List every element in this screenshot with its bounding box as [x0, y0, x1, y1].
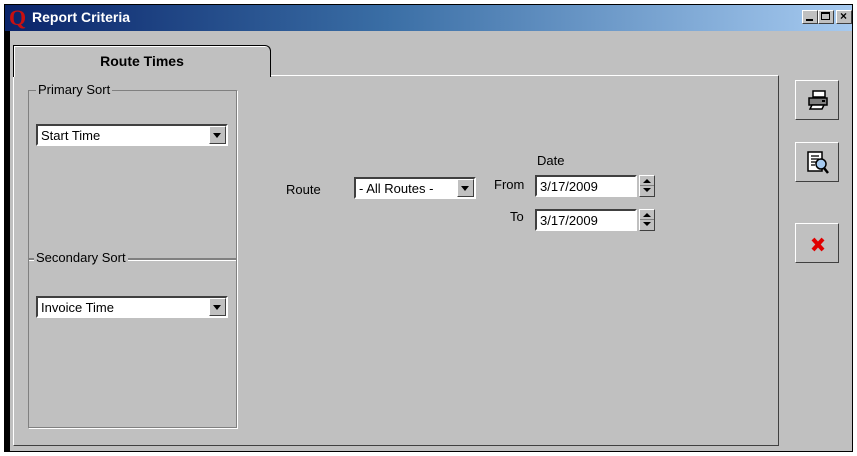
cancel-button[interactable] [795, 223, 839, 263]
route-select[interactable]: - All Routes - [354, 177, 476, 199]
from-date-spinner[interactable] [639, 175, 655, 197]
secondary-sort-legend: Secondary Sort [34, 250, 128, 265]
close-x-icon: × [840, 9, 848, 23]
chevron-down-icon [213, 305, 221, 310]
spin-up-icon [643, 213, 651, 217]
close-icon [811, 237, 825, 252]
to-date-input[interactable]: 3/17/2009 [535, 209, 637, 231]
primary-sort-legend: Primary Sort [36, 82, 113, 97]
spin-down-icon [643, 188, 651, 192]
spinner-divider [640, 219, 654, 220]
app-icon[interactable]: Q [9, 7, 29, 29]
primary-sort-value: Start Time [41, 128, 101, 143]
report-preview-icon [807, 151, 829, 174]
secondary-sort-value: Invoice Time [41, 300, 114, 315]
date-header: Date [537, 153, 565, 168]
chevron-down-icon [461, 186, 469, 191]
primary-sort-select[interactable]: Start Time [36, 124, 228, 146]
to-date-value: 3/17/2009 [540, 213, 598, 228]
minimize-icon [806, 19, 813, 21]
secondary-sort-dropdown-button[interactable] [209, 298, 226, 316]
maximize-icon [821, 12, 830, 20]
minimize-button[interactable] [802, 10, 818, 24]
route-dropdown-button[interactable] [457, 179, 474, 197]
secondary-sort-select[interactable]: Invoice Time [36, 296, 228, 318]
tab-route-times[interactable]: Route Times [13, 45, 271, 77]
primary-sort-dropdown-button[interactable] [209, 126, 226, 144]
secondary-sort-group [28, 258, 237, 428]
from-date-value: 3/17/2009 [540, 179, 598, 194]
spinner-divider [640, 185, 654, 186]
close-window-button[interactable]: × [836, 9, 852, 24]
from-date-input[interactable]: 3/17/2009 [535, 175, 637, 197]
chevron-down-icon [213, 133, 221, 138]
printer-icon [808, 90, 828, 110]
route-value: - All Routes - [359, 181, 434, 196]
maximize-button[interactable] [818, 10, 834, 24]
print-button[interactable] [795, 80, 839, 120]
primary-sort-group [28, 90, 237, 260]
from-label: From [494, 177, 525, 192]
title-bar[interactable]: Q Report Criteria × [5, 5, 852, 31]
route-label: Route [286, 182, 321, 197]
to-label: To [510, 209, 524, 224]
spin-down-icon [643, 222, 651, 226]
window-title: Report Criteria [32, 9, 131, 25]
preview-button[interactable] [795, 142, 839, 182]
to-date-spinner[interactable] [639, 209, 655, 231]
tab-panel: Primary Sort Start Time Secondary Sort I… [13, 75, 779, 446]
spin-up-icon [643, 179, 651, 183]
